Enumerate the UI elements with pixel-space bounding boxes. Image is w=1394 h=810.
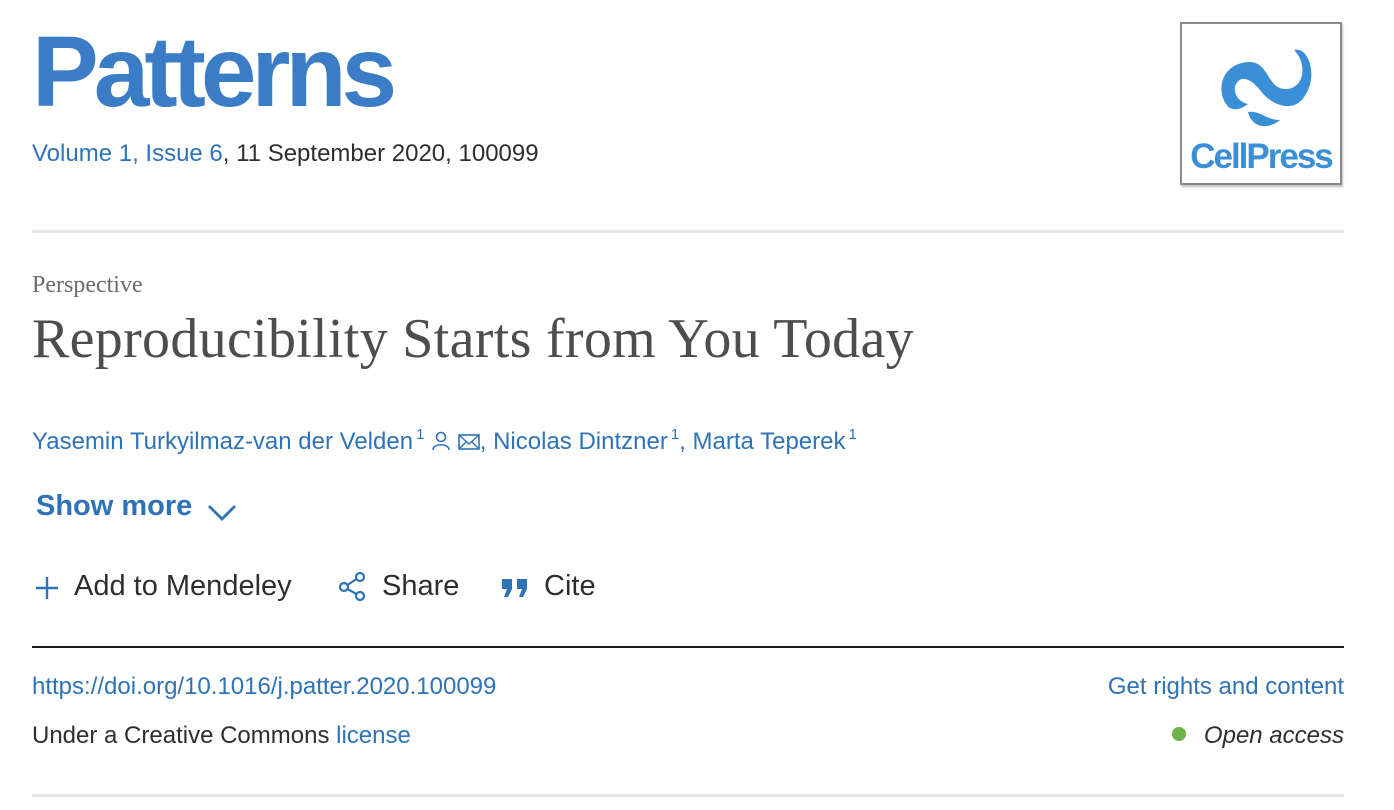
cellpress-logo[interactable]: CellPress [1180, 22, 1342, 185]
license-info: Under a Creative Commons license [32, 722, 411, 750]
cite-button[interactable]: Cite [500, 570, 596, 603]
author-link[interactable]: Nicolas Dintzner [493, 428, 668, 455]
issue-date: , 11 September 2020, 100099 [222, 140, 539, 167]
affiliation-marker: 1 [670, 426, 680, 443]
plus-icon [36, 577, 58, 599]
email-icon[interactable] [457, 433, 480, 451]
show-more-button[interactable]: Show more [36, 490, 238, 523]
author-list: Yasemin Turkyilmaz-van der Velden 1 , Nic… [32, 426, 857, 456]
article-type: Perspective [32, 272, 143, 298]
license-prefix: Under a Creative Commons [32, 722, 337, 749]
open-access-label: Open access [1203, 722, 1344, 749]
share-button[interactable]: Share [338, 570, 459, 603]
issue-info: Volume 1, Issue 6, 11 September 2020, 10… [32, 140, 539, 168]
cellpress-logo-mark [1221, 49, 1312, 127]
show-more-label: Show more [36, 490, 193, 522]
open-access-dot-icon [1171, 727, 1186, 741]
share-label: Share [382, 570, 460, 602]
doi-link[interactable]: https://doi.org/10.1016/j.patter.2020.10… [32, 673, 496, 701]
author-link[interactable]: Marta Teperek [693, 428, 846, 455]
mendeley-label: Add to Mendeley [74, 570, 292, 602]
affiliation-marker: 1 [416, 426, 425, 443]
chevron-down-icon [208, 505, 237, 521]
quote-icon [502, 579, 527, 597]
cite-label: Cite [544, 570, 596, 602]
journal-title[interactable]: Patterns [32, 22, 397, 122]
open-access-badge: Open access [1171, 722, 1344, 750]
author-link[interactable]: Yasemin Turkyilmaz-van der Velden [32, 428, 413, 455]
article-title: Reproducibility Starts from You Today [32, 308, 914, 370]
share-icon [338, 571, 366, 602]
actions-divider [32, 646, 1344, 648]
add-to-mendeley-button[interactable]: Add to Mendeley [34, 570, 292, 603]
author-separator: , [479, 428, 494, 455]
header-divider [32, 230, 1344, 233]
affiliation-marker: 1 [848, 426, 857, 443]
license-link[interactable]: license [336, 722, 411, 749]
volume-issue-link[interactable]: Volume 1, Issue 6 [32, 140, 223, 167]
person-icon[interactable] [431, 431, 451, 451]
get-rights-link[interactable]: Get rights and content [1108, 673, 1344, 701]
cellpress-logo-text: CellPress [1190, 137, 1334, 176]
footer-divider [32, 794, 1344, 797]
author-separator: , [679, 428, 693, 455]
